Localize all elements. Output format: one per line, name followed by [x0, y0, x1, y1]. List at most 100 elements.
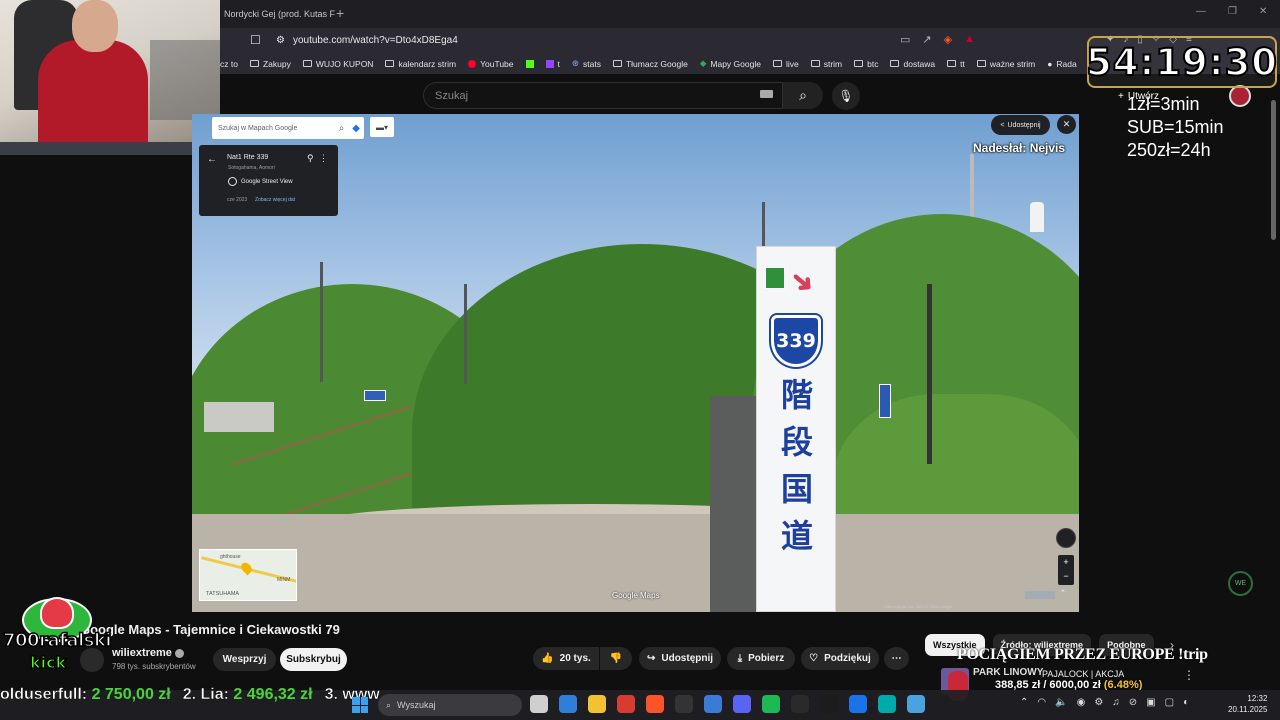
- bookmark-folder[interactable]: WUJO KUPON: [302, 59, 373, 69]
- taskbar-app-icon[interactable]: [617, 695, 635, 713]
- bookmark-folder[interactable]: Tłumacz Google: [612, 59, 688, 69]
- minimap-label: ghthouse: [220, 554, 241, 560]
- thanks-button[interactable]: ♡ Podziękuj: [801, 647, 879, 670]
- share-page-icon[interactable]: ↗: [922, 33, 931, 46]
- back-arrow-icon[interactable]: ←: [207, 154, 217, 165]
- tray-app-icon[interactable]: ⚙: [1094, 697, 1103, 708]
- site-info-icon[interactable]: ⚙: [276, 35, 285, 46]
- subscribe-button[interactable]: Subskrybuj: [280, 648, 347, 671]
- maximize-button[interactable]: ❐: [1228, 6, 1237, 17]
- road-sign: [879, 384, 891, 418]
- tray-app-icon[interactable]: ◐: [1183, 697, 1189, 708]
- address-bar[interactable]: ⚙ youtube.com/watch?v=Dto4xD8Ega4: [268, 31, 988, 50]
- bookmark-item[interactable]: cz to: [220, 59, 238, 69]
- taskbar-app-icon[interactable]: [588, 695, 606, 713]
- wifi-icon[interactable]: ◠: [1037, 697, 1046, 708]
- more-options-icon[interactable]: ⋮: [319, 153, 328, 164]
- sponsor-title: PARK LINOWY: [973, 667, 1044, 678]
- taskbar-app-icon[interactable]: [820, 695, 838, 713]
- search-icon[interactable]: ⌕: [339, 123, 345, 134]
- keyboard-icon[interactable]: [760, 90, 773, 98]
- taskbar-app-icon[interactable]: [878, 695, 896, 713]
- like-button[interactable]: 👍 20 tys.: [533, 647, 599, 670]
- taskbar-app-icon[interactable]: [530, 695, 548, 713]
- channel-avatar[interactable]: [80, 648, 104, 672]
- tray-app-icon[interactable]: ♫: [1112, 697, 1120, 708]
- taskbar-app-icon[interactable]: [559, 695, 577, 713]
- voice-search-button[interactable]: 🎙: [832, 82, 860, 110]
- minimap-pin-icon: [239, 560, 254, 576]
- page-scrollbar[interactable]: [1271, 100, 1276, 240]
- tray-app-icon[interactable]: ▢: [1165, 697, 1174, 708]
- folder-icon: [890, 60, 900, 67]
- maps-footer: Data zdjęcia: cze 2023 © 2025 Google: [884, 604, 953, 609]
- taskbar-app-icon[interactable]: [733, 695, 751, 713]
- bookmark-item[interactable]: t: [545, 59, 560, 69]
- bookmark-folder[interactable]: ważne strim: [976, 59, 1035, 69]
- bookmark-folder[interactable]: dostawa: [890, 59, 935, 69]
- taskbar-app-icon[interactable]: [907, 695, 925, 713]
- taskbar-clock[interactable]: 12:32 20.11.2025: [1228, 693, 1267, 715]
- channel-name[interactable]: wiliextreme: [112, 647, 184, 659]
- close-window-button[interactable]: ✕: [1259, 6, 1267, 17]
- folder-icon: [854, 60, 864, 67]
- compass-icon[interactable]: [1056, 528, 1076, 548]
- tray-app-icon[interactable]: ◉: [1077, 697, 1086, 708]
- bookmark-item[interactable]: ◆ Mapy Google: [700, 58, 761, 69]
- tray-chevron-icon[interactable]: ⌃: [1020, 697, 1028, 708]
- account-avatar[interactable]: [1229, 85, 1251, 107]
- taskbar-search-input[interactable]: ⌕ Wyszukaj: [378, 694, 522, 716]
- bookmark-folder[interactable]: Zakupy: [249, 59, 291, 69]
- bookmark-folder[interactable]: tt: [947, 59, 965, 69]
- submitted-by: Nadesłał: Nejvis: [973, 141, 1066, 155]
- maps-search-input[interactable]: Szukaj w Mapach Google ⌕ ◆: [212, 117, 364, 139]
- taskbar-app-icon[interactable]: [762, 695, 780, 713]
- more-options-icon[interactable]: ⋮: [1183, 668, 1195, 682]
- install-icon[interactable]: ▭: [900, 33, 910, 46]
- maps-share-button[interactable]: < Udostępnij: [991, 115, 1050, 135]
- taskbar-app-icon[interactable]: [704, 695, 722, 713]
- brave-shield-icon[interactable]: ◈: [944, 33, 952, 46]
- share-button[interactable]: ↪ Udostępnij: [639, 647, 721, 670]
- bookmark-item[interactable]: YouTube: [468, 59, 514, 69]
- taskbar-app-icon[interactable]: [849, 695, 867, 713]
- search-button[interactable]: ⌕: [783, 82, 823, 109]
- layers-button[interactable]: ▬▾: [370, 117, 394, 137]
- rate-line: 1zł=3min: [1127, 94, 1200, 114]
- tray-app-icon[interactable]: ⊘: [1129, 697, 1137, 708]
- bookmark-item[interactable]: ● Rada: [1047, 59, 1076, 69]
- taskbar-app-icon[interactable]: [675, 695, 693, 713]
- more-actions-button[interactable]: ⋯: [884, 647, 909, 670]
- support-button[interactable]: Wesprzyj: [213, 648, 276, 671]
- more-dates-link[interactable]: Zobacz więcej dat: [255, 197, 295, 203]
- minimap[interactable]: ghthouse MINM TATSUHAMA: [199, 549, 297, 601]
- bookmark-item[interactable]: [525, 59, 534, 68]
- brave-rewards-icon[interactable]: ▲: [964, 33, 975, 46]
- kick-logo-face: [40, 597, 74, 629]
- tray-app-icon[interactable]: ▣: [1146, 697, 1155, 708]
- imagery-thumbnails[interactable]: [1025, 591, 1055, 599]
- close-icon[interactable]: ✕: [1057, 115, 1076, 134]
- volume-icon[interactable]: 🔈: [1055, 697, 1067, 708]
- folder-icon: [385, 60, 395, 67]
- taskbar-app-icon[interactable]: [791, 695, 809, 713]
- pin-icon[interactable]: ⚲: [307, 153, 314, 164]
- dislike-button[interactable]: 👎: [600, 647, 632, 670]
- search-input[interactable]: Szukaj: [423, 82, 783, 109]
- windows-start-icon[interactable]: [352, 697, 368, 713]
- taskbar-app-icon[interactable]: [646, 695, 664, 713]
- minimize-button[interactable]: —: [1196, 6, 1206, 17]
- new-tab-button[interactable]: +: [336, 5, 344, 21]
- bookmark-folder[interactable]: kalendarz strim: [385, 59, 456, 69]
- bookmark-folder[interactable]: btc: [854, 59, 878, 69]
- bookmark-folder[interactable]: live: [772, 59, 799, 69]
- bookmark-item[interactable]: ⊛ stats: [572, 58, 601, 69]
- zoom-controls[interactable]: + −: [1058, 555, 1074, 585]
- chevron-up-icon[interactable]: ⌃: [1060, 589, 1066, 597]
- browser-tab[interactable]: Nordycki Gej (prod. Kutas F: [220, 2, 348, 26]
- bookmark-star-icon[interactable]: ☐: [250, 33, 261, 47]
- directions-icon[interactable]: ◆: [352, 123, 360, 134]
- place-title: Nat1 Rte 339: [227, 154, 269, 161]
- bookmark-folder[interactable]: strim: [810, 59, 842, 69]
- download-button[interactable]: ⤓ Pobierz: [727, 647, 795, 670]
